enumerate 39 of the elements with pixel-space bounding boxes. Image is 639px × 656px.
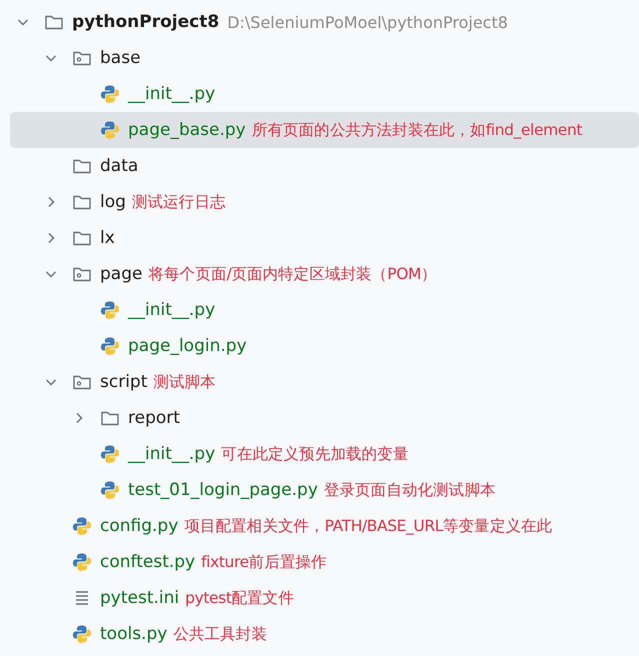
python-icon [100, 336, 120, 356]
annotation-text: 所有页面的公共方法封装在此，如find_element [252, 120, 582, 140]
annotation-text: fixture前后置操作 [201, 552, 327, 572]
tree-item-label[interactable]: __init__.py [128, 84, 216, 104]
annotation-text: 将每个页面/页面内特定区域封装（POM） [148, 264, 437, 284]
tree-item-label[interactable]: page [100, 264, 142, 284]
tree-item-label[interactable]: config.py [100, 516, 178, 536]
python-icon [72, 516, 92, 536]
python-icon [72, 624, 92, 644]
tree-item-label[interactable]: report [128, 408, 180, 428]
project-path: D:\SeleniumPoMoel\pythonProject8 [227, 12, 508, 32]
tree-item-label[interactable]: log [100, 192, 126, 212]
tree-item-label[interactable]: script [100, 372, 148, 392]
tree-item-label[interactable]: tools.py [100, 624, 168, 644]
tree-item-label[interactable]: page_base.py [128, 120, 246, 140]
annotation-text: 测试运行日志 [132, 192, 226, 212]
python-icon [100, 300, 120, 320]
tree-item-label[interactable]: data [100, 156, 138, 176]
tree-item-label[interactable]: page_login.py [128, 336, 247, 356]
tree-item-label[interactable]: base [100, 48, 141, 68]
annotation-text: 公共工具封装 [173, 624, 267, 644]
annotation-text: 测试脚本 [153, 372, 216, 392]
python-icon [100, 120, 120, 140]
annotation-text: 登录页面自动化测试脚本 [324, 480, 496, 500]
python-icon [100, 84, 120, 104]
selected-tree-row[interactable]: page_base.py 所有页面的公共方法封装在此，如find_element [10, 112, 639, 148]
annotation-text: pytest配置文件 [185, 588, 294, 608]
tree-item-label[interactable]: test_01_login_page.py [128, 480, 318, 500]
python-icon [100, 480, 120, 500]
python-icon [72, 552, 92, 572]
tree-item-label[interactable]: pytest.ini [100, 588, 180, 608]
tree-item-label[interactable]: pythonProject8 [72, 12, 220, 32]
annotation-text: 项目配置相关文件，PATH/BASE_URL等变量定义在此 [184, 516, 552, 536]
annotation-text: 可在此定义预先加载的变量 [221, 444, 408, 464]
tree-item-label[interactable]: lx [100, 228, 115, 248]
tree-item-label[interactable]: __init__.py [128, 300, 216, 320]
tree-item-label[interactable]: __init__.py [128, 444, 216, 464]
tree-item-label[interactable]: conftest.py [100, 552, 196, 572]
python-icon [100, 444, 120, 464]
